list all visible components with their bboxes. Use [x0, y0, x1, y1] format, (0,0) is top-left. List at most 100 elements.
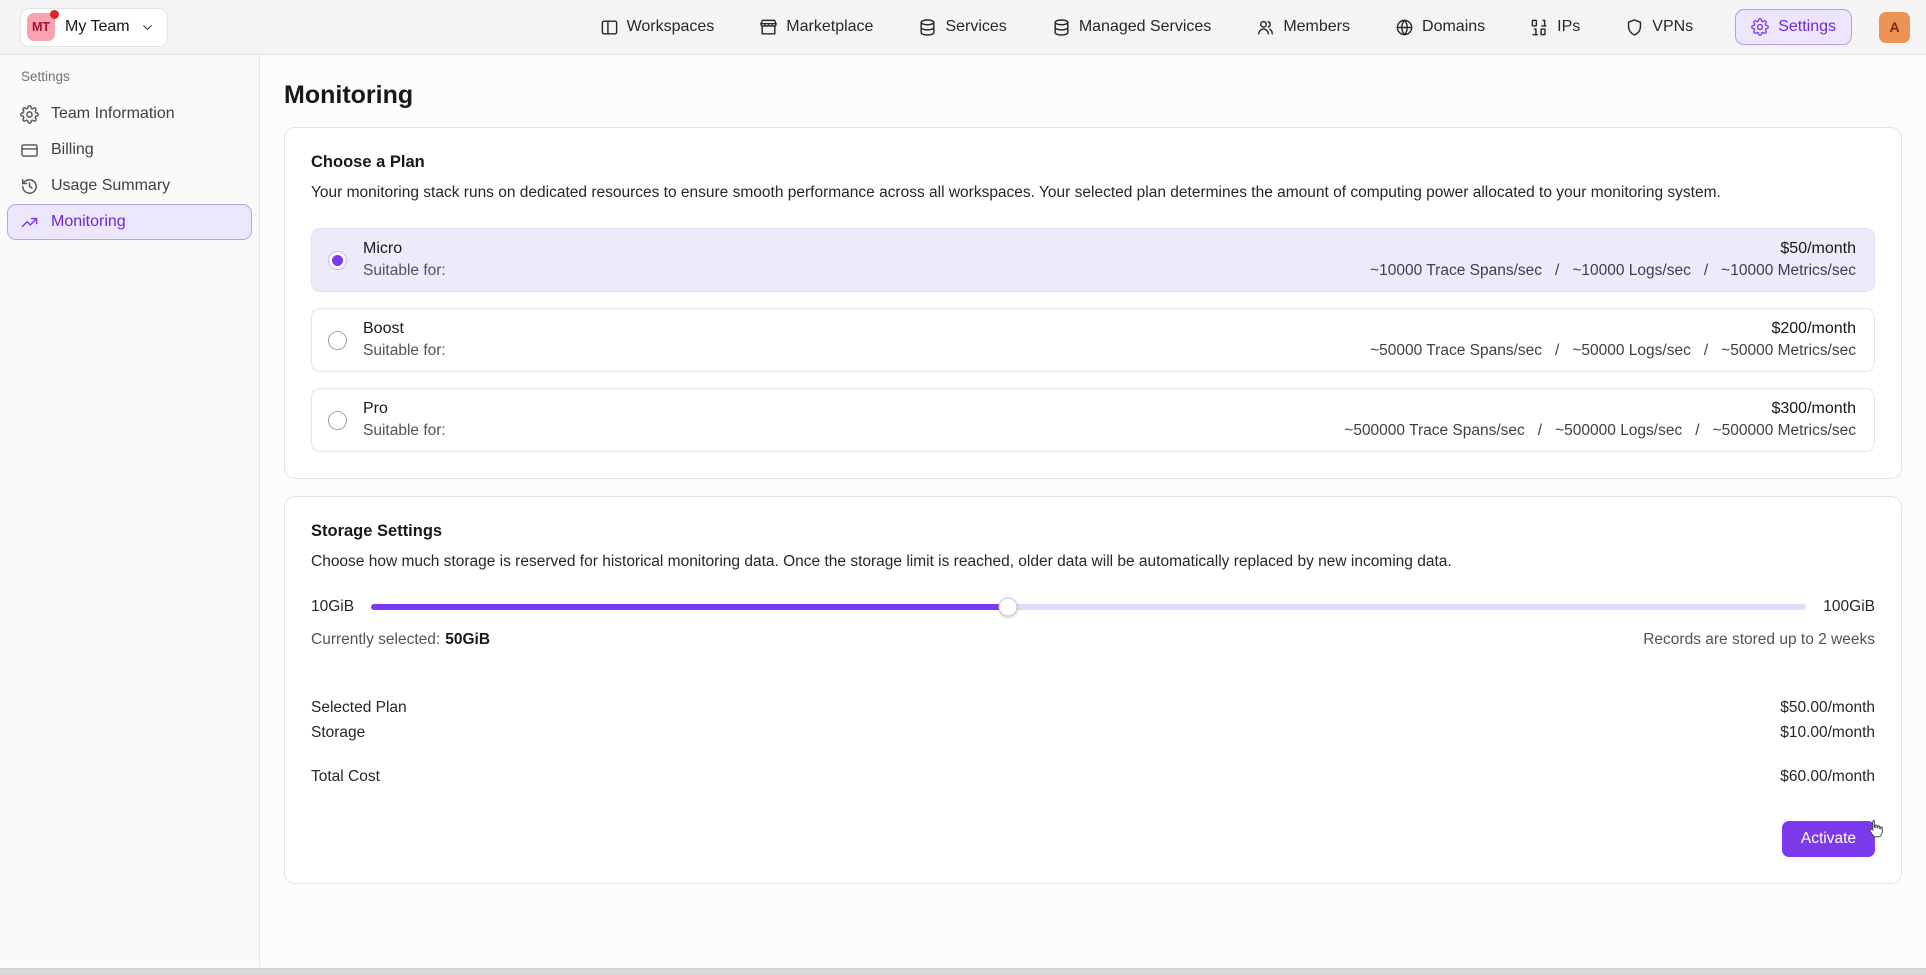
spec-item: ~500000 Logs/sec [1555, 422, 1682, 439]
gear-icon [1751, 18, 1769, 36]
nav-item-settings[interactable]: Settings [1735, 9, 1852, 45]
mouse-cursor-icon [1864, 818, 1886, 840]
spec-item: ~50000 Metrics/sec [1721, 342, 1856, 359]
cost-summary: Selected Plan $50.00/month Storage $10.0… [311, 695, 1875, 789]
nav-item-workspaces[interactable]: Workspaces [600, 18, 715, 37]
plan-option-boost[interactable]: Boost $200/month Suitable for: ~50000 Tr… [311, 308, 1875, 372]
spec-item: ~500000 Metrics/sec [1713, 422, 1856, 439]
database-icon [918, 18, 937, 37]
team-avatar-initials: MT [32, 20, 50, 34]
spec-item: ~50000 Trace Spans/sec [1370, 342, 1542, 359]
nav-item-label: Members [1283, 18, 1350, 36]
binary-icon [1530, 18, 1549, 37]
plan-list: Micro $50/month Suitable for: ~10000 Tra… [311, 228, 1875, 452]
sidebar-item-monitoring[interactable]: Monitoring [7, 204, 252, 240]
team-avatar: MT [27, 13, 55, 41]
cost-label: Selected Plan [311, 695, 407, 720]
nav-item-label: Domains [1422, 18, 1485, 36]
sidebar-item-billing[interactable]: Billing [7, 132, 252, 168]
nav-item-label: IPs [1557, 18, 1580, 36]
retention-note: Records are stored up to 2 weeks [1643, 631, 1875, 649]
window-bottom-edge [0, 968, 1926, 975]
plan-card: Choose a Plan Your monitoring stack runs… [284, 127, 1902, 479]
spec-separator: / [1538, 422, 1542, 440]
nav-item-label: Services [945, 18, 1006, 36]
spec-separator: / [1695, 422, 1699, 440]
plan-name: Pro [363, 400, 388, 418]
shield-icon [1625, 18, 1644, 37]
plan-price: $300/month [1771, 400, 1856, 418]
sidebar-item-usage-summary[interactable]: Usage Summary [7, 168, 252, 204]
storage-slider[interactable] [371, 604, 1806, 610]
sidebar-item-label: Monitoring [51, 213, 126, 231]
credit-card-icon [20, 141, 39, 160]
slider-handle[interactable] [999, 598, 1018, 617]
nav-item-label: Managed Services [1079, 18, 1212, 36]
sidebar-section-label: Settings [21, 69, 252, 84]
user-avatar-initial: A [1889, 19, 1899, 35]
notification-dot [50, 10, 59, 19]
plan-option-micro[interactable]: Micro $50/month Suitable for: ~10000 Tra… [311, 228, 1875, 292]
currently-selected-value: 50GiB [445, 631, 490, 648]
plan-specs: ~10000 Trace Spans/sec/~10000 Logs/sec/~… [1370, 262, 1856, 280]
settings-label: Settings [1778, 18, 1836, 36]
settings-sidebar: Settings Team Information Billing Usage Su… [0, 55, 260, 967]
plan-price: $50/month [1780, 240, 1856, 258]
plan-radio-micro[interactable] [328, 251, 347, 270]
database-icon [1052, 18, 1071, 37]
topbar: MT My Team Workspaces Marketplace Services… [0, 0, 1926, 55]
plan-radio-boost[interactable] [328, 331, 347, 350]
plan-suitable-label: Suitable for: [363, 422, 446, 440]
main-content: Monitoring Choose a Plan Your monitoring… [260, 55, 1926, 967]
plan-suitable-label: Suitable for: [363, 262, 446, 280]
team-name: My Team [65, 18, 130, 36]
user-avatar[interactable]: A [1879, 12, 1910, 43]
history-icon [20, 177, 39, 196]
plan-price: $200/month [1771, 320, 1856, 338]
globe-icon [1395, 18, 1414, 37]
nav-item-managed-services[interactable]: Managed Services [1052, 18, 1212, 37]
cost-row-plan: Selected Plan $50.00/month [311, 695, 1875, 720]
plan-specs: ~50000 Trace Spans/sec / ~50000 Logs/sec / ~… [1370, 342, 1856, 360]
sidebar-item-label: Billing [51, 141, 94, 159]
plan-card-description: Your monitoring stack runs on dedicated … [311, 183, 1875, 202]
plan-name: Micro [363, 240, 402, 258]
spec-separator: / [1555, 342, 1559, 360]
nav-item-label: Workspaces [627, 18, 715, 36]
spec-separator: / [1555, 262, 1559, 280]
slider-fill [371, 604, 1008, 610]
currently-selected: Currently selected: 50GiB [311, 631, 490, 649]
nav-item-members[interactable]: Members [1256, 18, 1350, 37]
panels-icon [600, 18, 619, 37]
currently-selected-label: Currently selected: [311, 631, 440, 648]
nav-item-ips[interactable]: IPs [1530, 18, 1580, 37]
nav-item-marketplace[interactable]: Marketplace [759, 18, 873, 37]
spec-item: ~10000 Metrics/sec [1721, 262, 1856, 279]
spec-item: ~10000 Logs/sec [1572, 262, 1691, 279]
spec-separator: / [1704, 342, 1708, 360]
plan-radio-pro[interactable] [328, 411, 347, 430]
storage-card-title: Storage Settings [311, 522, 1875, 541]
cost-label: Storage [311, 720, 365, 745]
users-icon [1256, 18, 1275, 37]
chevron-down-icon [140, 20, 155, 35]
storage-slider-row: 10GiB 100GiB [311, 598, 1875, 616]
storage-card-description: Choose how much storage is reserved for … [311, 552, 1875, 571]
activate-button[interactable]: Activate [1782, 821, 1875, 857]
sidebar-item-team-information[interactable]: Team Information [7, 96, 252, 132]
plan-specs: ~500000 Trace Spans/sec/~500000 Logs/sec… [1344, 422, 1856, 440]
spec-item: ~50000 Logs/sec [1572, 342, 1691, 359]
page-title: Monitoring [284, 80, 1902, 110]
plan-option-pro[interactable]: Pro $300/month Suitable for: ~500000 Tra… [311, 388, 1875, 452]
nav-item-services[interactable]: Services [918, 18, 1006, 37]
nav-item-vpns[interactable]: VPNs [1625, 18, 1693, 37]
nav-item-label: Marketplace [786, 18, 873, 36]
cost-value: $50.00/month [1780, 695, 1875, 720]
total-cost-value: $60.00/month [1780, 764, 1875, 789]
team-switcher-button[interactable]: MT My Team [20, 8, 168, 47]
trending-up-icon [20, 213, 39, 232]
plan-name: Boost [363, 320, 404, 338]
plan-card-title: Choose a Plan [311, 153, 1875, 172]
gear-icon [20, 105, 39, 124]
nav-item-domains[interactable]: Domains [1395, 18, 1485, 37]
